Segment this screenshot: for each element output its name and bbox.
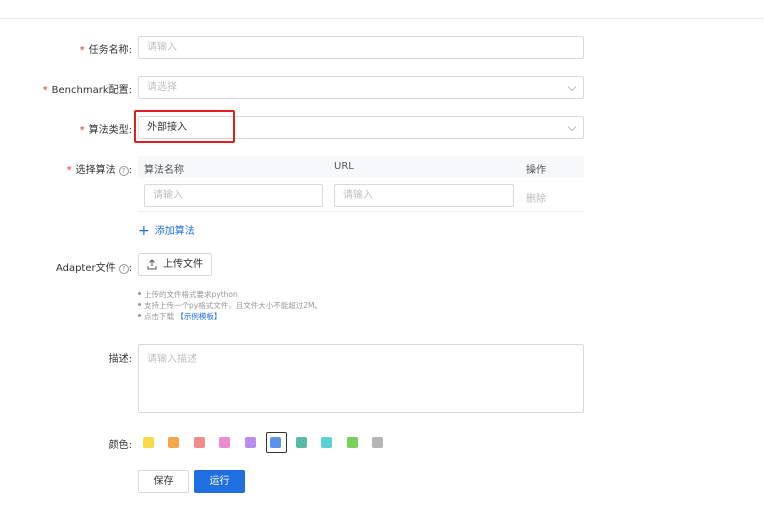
color-swatch[interactable] xyxy=(244,437,256,448)
chevron-down-icon xyxy=(567,82,577,92)
add-algo-button[interactable]: + 添加算法 xyxy=(138,222,195,239)
benchmark-select[interactable]: 请选择 xyxy=(138,76,584,99)
task-name-label: * 任务名称: xyxy=(79,45,132,56)
upload-icon xyxy=(147,259,157,270)
col-action: 操作 xyxy=(526,165,546,176)
color-swatch[interactable] xyxy=(219,437,230,448)
color-swatch[interactable] xyxy=(168,437,179,448)
top-bar xyxy=(0,0,764,19)
color-swatch[interactable] xyxy=(270,437,281,448)
select-algo-label: * 选择算法?: xyxy=(66,165,132,176)
help-icon[interactable]: ? xyxy=(118,264,129,274)
col-url: URL xyxy=(334,161,354,172)
help-icon[interactable]: ? xyxy=(118,166,129,176)
algo-table-header: 算法名称 URL 操作 xyxy=(138,156,584,178)
required-mark: * xyxy=(42,85,48,96)
highlight-box xyxy=(134,110,235,143)
table-divider xyxy=(138,211,584,212)
chevron-down-icon xyxy=(567,122,577,132)
tip-item: 支持上传一个py格式文件，且文件大小不能超过2M。 xyxy=(138,300,322,311)
save-button[interactable]: 保存 xyxy=(138,470,189,493)
description-textarea[interactable]: 请输入描述 xyxy=(138,344,584,413)
template-download-link[interactable]: 【示例模板】 xyxy=(176,312,221,321)
required-mark: * xyxy=(79,125,85,136)
run-button[interactable]: 运行 xyxy=(194,470,245,493)
algo-url-input[interactable]: 请输入 xyxy=(334,184,514,207)
algo-name-input[interactable]: 请输入 xyxy=(144,184,323,207)
required-mark: * xyxy=(79,45,85,56)
tip-item: 上传的文件格式要求python xyxy=(138,289,322,300)
delete-row-button[interactable]: 删除 xyxy=(526,190,546,205)
algo-type-label: * 算法类型: xyxy=(79,125,132,136)
plus-icon: + xyxy=(138,223,150,239)
benchmark-label: * Benchmark配置: xyxy=(42,85,132,96)
color-swatch[interactable] xyxy=(193,437,205,448)
col-algo-name: 算法名称 xyxy=(144,165,184,176)
color-picker xyxy=(138,432,398,453)
adapter-tips: 上传的文件格式要求python 支持上传一个py格式文件，且文件大小不能超过2M… xyxy=(138,289,322,322)
adapter-label: Adapter文件?: xyxy=(55,263,132,274)
task-name-input[interactable]: 请输入 xyxy=(138,36,584,59)
color-swatch[interactable] xyxy=(295,437,307,448)
color-swatch[interactable] xyxy=(372,437,383,448)
upload-file-button[interactable]: 上传文件 xyxy=(138,253,212,276)
color-swatch[interactable] xyxy=(321,437,332,448)
color-label: 颜色: xyxy=(108,440,132,451)
color-swatch[interactable] xyxy=(346,437,358,448)
tip-item: 点击下载 【示例模板】 xyxy=(138,311,322,322)
required-mark: * xyxy=(66,165,72,176)
color-swatch[interactable] xyxy=(142,437,154,448)
description-label: 描述: xyxy=(108,354,132,365)
